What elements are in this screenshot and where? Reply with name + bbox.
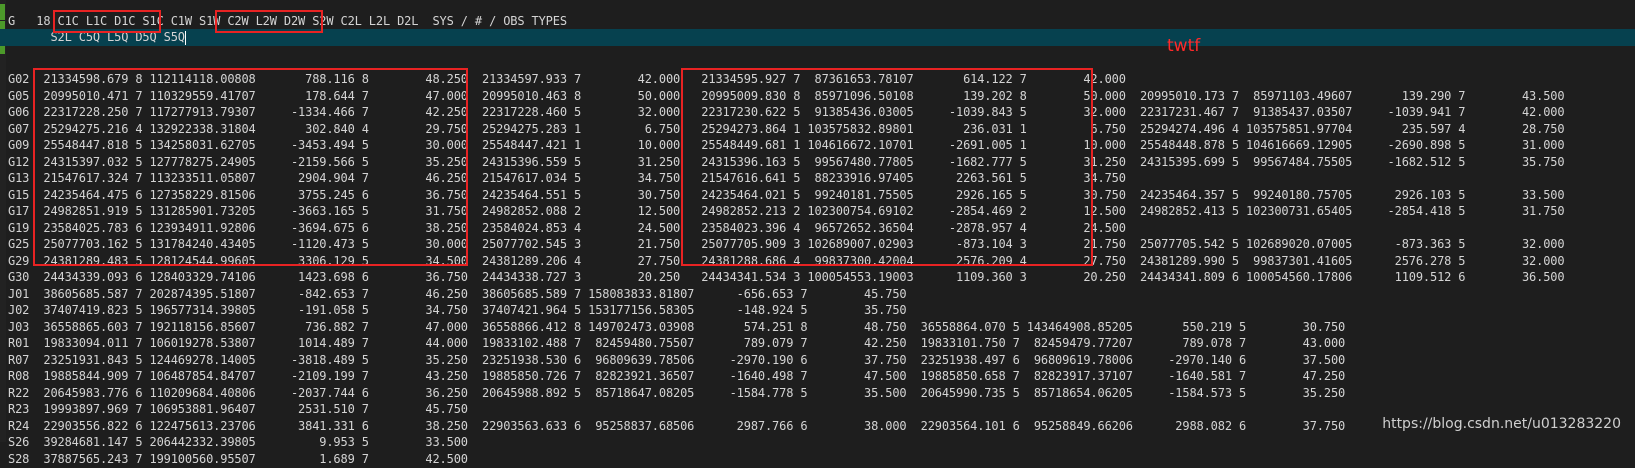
- obs-row: R24 22903556.822 6 122475613.23706 3841.…: [8, 419, 1346, 433]
- watermark-text: https://blog.csdn.net/u013283220: [1382, 416, 1621, 432]
- obs-row: R08 19885844.909 7 106487854.84707 -2109…: [8, 369, 1346, 383]
- obs-row: S28 37887565.243 7 199100560.95507 1.689…: [8, 452, 468, 466]
- text-cursor: [184, 30, 186, 45]
- highlight-box-c1-group: [53, 10, 161, 33]
- obs-row: R01 19833094.011 7 106019278.53807 1014.…: [8, 336, 1346, 350]
- annotation-label: twtf: [1167, 36, 1201, 56]
- highlight-box-c1-columns: [33, 68, 468, 266]
- obs-row: R23 19993897.969 7 106953881.96407 2531.…: [8, 402, 468, 416]
- obs-row: J03 36558865.603 7 192118156.85607 736.8…: [8, 320, 1346, 334]
- highlight-box-c2w-columns: [681, 68, 1093, 266]
- obs-row: G30 24434339.093 6 128403329.74106 1423.…: [8, 270, 1565, 284]
- obs-row: J02 37407419.823 5 196577314.39805 -191.…: [8, 303, 907, 317]
- obs-row: S26 39284681.147 5 206442332.39805 9.953…: [8, 435, 468, 449]
- text-editor[interactable]: G 18 C1C L1C D1C S1C C1W S1W C2W L2W D2W…: [0, 0, 1635, 466]
- editor-gutter: [0, 0, 6, 442]
- highlight-box-c2w-group: [215, 10, 323, 33]
- obs-row: R07 23251931.843 5 124469278.14005 -3818…: [8, 353, 1346, 367]
- obs-row: J01 38605685.587 7 202874395.51807 -842.…: [8, 287, 907, 301]
- change-marker: [0, 4, 5, 20]
- obs-row: R22 20645983.776 6 110209684.40806 -2037…: [8, 386, 1346, 400]
